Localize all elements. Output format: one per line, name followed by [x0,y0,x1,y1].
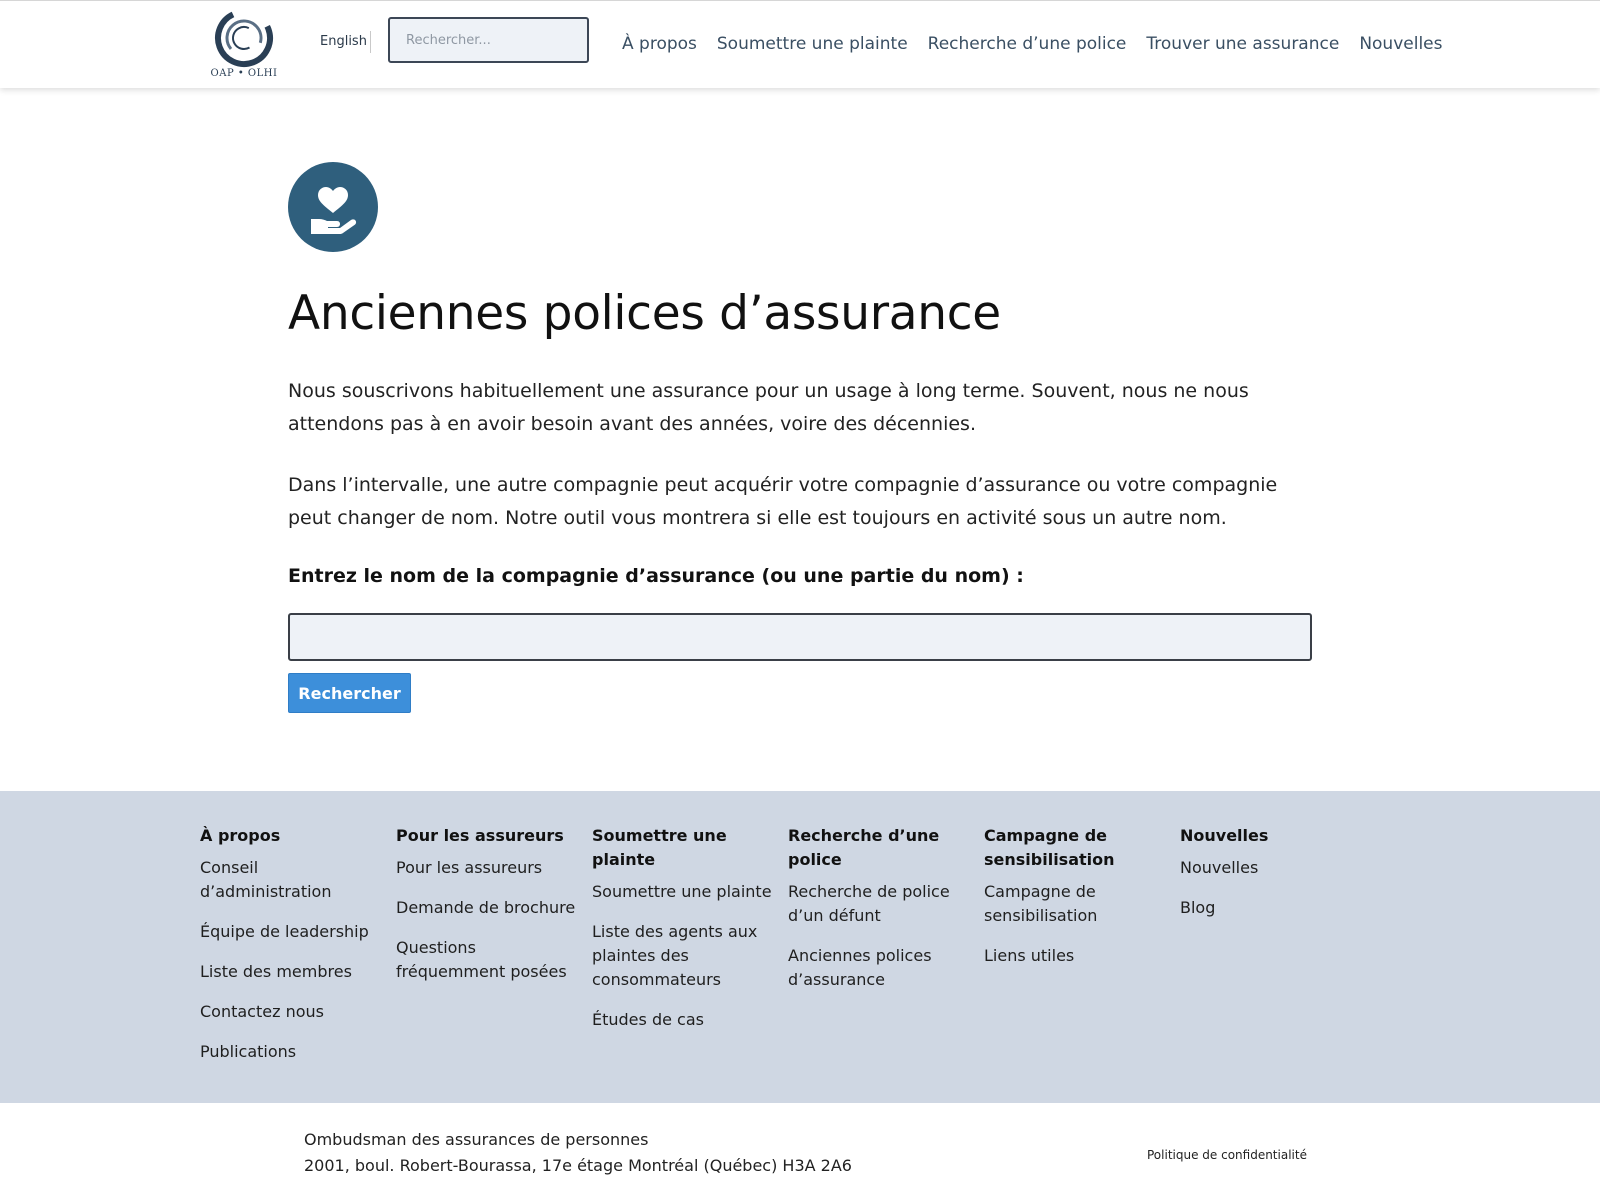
footer-link[interactable]: Demande de brochure [396,896,582,920]
footer-link[interactable]: Recherche de police d’un défunt [788,880,974,928]
footer-link[interactable]: Nouvelles [1180,856,1366,880]
footer-column-a-propos: À propos Conseil d’administration Équipe… [200,824,396,1080]
logo-text: OAP • OLHI [210,68,278,79]
footer-link[interactable]: Anciennes polices d’assurance [788,944,974,992]
footer-column-plainte: Soumettre une plainte Soumettre une plai… [592,824,788,1080]
main-content: Anciennes polices d’assurance Nous sousc… [288,162,1312,713]
footer-heading: À propos [200,826,281,845]
nav-item-soumettre-plainte[interactable]: Soumettre une plainte [717,34,908,54]
footer-column-campagne: Campagne de sensibilisation Campagne de … [984,824,1180,1080]
site-logo[interactable]: OAP • OLHI [210,8,278,84]
footer-link[interactable]: Publications [200,1040,386,1064]
footer-link[interactable]: Équipe de leadership [200,920,386,944]
page-title: Anciennes polices d’assurance [288,286,1001,341]
nav-item-nouvelles[interactable]: Nouvelles [1359,34,1442,54]
bottom-bar: Ombudsman des assurances de personnes 20… [0,1103,1600,1204]
footer-column-recherche: Recherche d’une police Recherche de poli… [788,824,984,1080]
org-name: Ombudsman des assurances de personnes [304,1130,649,1149]
nav-item-recherche-police[interactable]: Recherche d’une police [928,34,1127,54]
nav-item-a-propos[interactable]: À propos [622,34,697,54]
logo-rings-icon [215,9,273,67]
footer-heading: Pour les assureurs [396,826,564,845]
footer-heading: Soumettre une plainte [592,826,727,869]
company-name-label: Entrez le nom de la compagnie d’assuranc… [288,565,1024,587]
site-footer: À propos Conseil d’administration Équipe… [0,791,1600,1103]
footer-link[interactable]: Conseil d’administration [200,856,386,904]
language-link[interactable]: English [320,34,367,49]
main-nav: À propos Soumettre une plainte Recherche… [622,34,1443,54]
search-button[interactable]: Rechercher [288,673,411,713]
footer-heading: Recherche d’une police [788,826,940,869]
footer-columns: À propos Conseil d’administration Équipe… [200,824,1376,1080]
nav-item-trouver-assurance[interactable]: Trouver une assurance [1146,34,1339,54]
company-name-input[interactable] [288,613,1312,661]
hand-heart-icon [288,162,378,252]
footer-link[interactable]: Liste des membres [200,960,386,984]
footer-link[interactable]: Campagne de sensibilisation [984,880,1170,928]
privacy-link[interactable]: Politique de confidentialité [1147,1148,1307,1162]
footer-link[interactable]: Blog [1180,896,1366,920]
divider [370,31,371,53]
footer-link[interactable]: Liens utiles [984,944,1170,968]
org-address: 2001, boul. Robert-Bourassa, 17e étage M… [304,1156,852,1175]
footer-heading: Nouvelles [1180,826,1269,845]
footer-link[interactable]: Pour les assureurs [396,856,582,880]
footer-link[interactable]: Liste des agents aux plaintes des consom… [592,920,778,992]
intro-paragraph: Dans l’intervalle, une autre compagnie p… [288,474,1278,529]
footer-link[interactable]: Études de cas [592,1008,778,1032]
footer-link[interactable]: Contactez nous [200,1000,386,1024]
footer-link[interactable]: Questions fréquemment posées [396,936,582,984]
footer-link[interactable]: Soumettre une plainte [592,880,778,904]
footer-column-nouvelles: Nouvelles Nouvelles Blog [1180,824,1376,1080]
intro-paragraph: Nous souscrivons habituellement une assu… [288,380,1249,435]
footer-heading: Campagne de sensibilisation [984,826,1115,869]
header-search-input[interactable] [388,17,589,63]
footer-column-assureurs: Pour les assureurs Pour les assureurs De… [396,824,592,1080]
site-header: OAP • OLHI English À propos Soumettre un… [0,0,1600,88]
